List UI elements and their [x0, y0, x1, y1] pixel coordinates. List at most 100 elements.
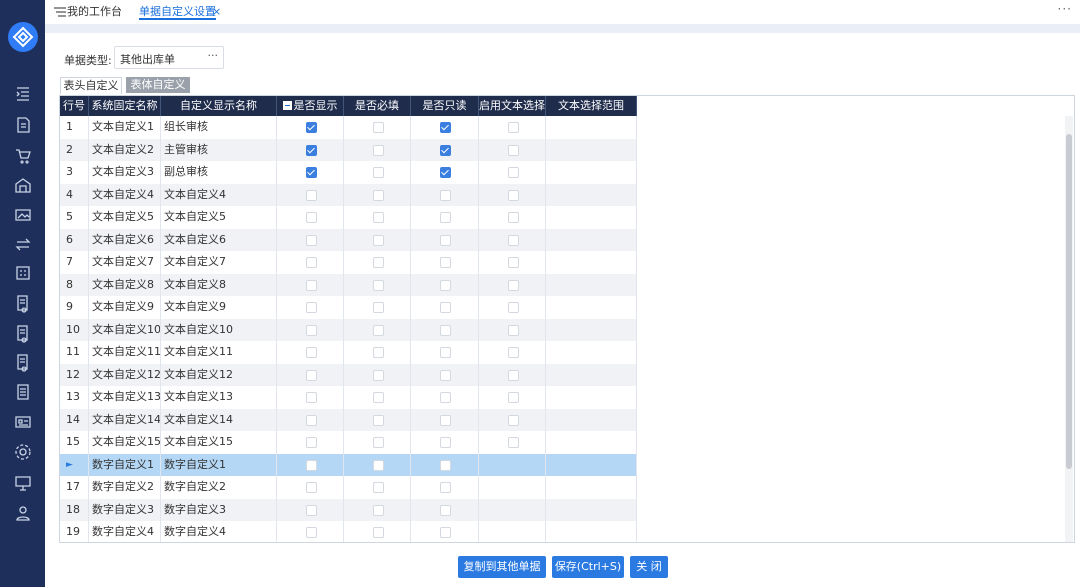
- readonly-checkbox[interactable]: [440, 369, 451, 381]
- text-select-range-cell[interactable]: [546, 341, 637, 364]
- table-row[interactable]: 7 文本自定义7 文本自定义7: [60, 251, 637, 274]
- app-logo[interactable]: [8, 22, 38, 52]
- show-checkbox[interactable]: [305, 144, 317, 156]
- readonly-checkbox[interactable]: [440, 234, 451, 246]
- text-select-range-cell[interactable]: [546, 116, 637, 139]
- custom-name-cell[interactable]: 数字自定义1: [161, 453, 277, 476]
- text-select-range-cell[interactable]: [546, 228, 637, 251]
- table-row[interactable]: 15 文本自定义15 文本自定义15: [60, 431, 637, 454]
- required-checkbox[interactable]: [372, 392, 384, 403]
- text-select-range-cell[interactable]: [546, 251, 637, 274]
- required-checkbox[interactable]: [372, 144, 384, 156]
- custom-name-cell[interactable]: 数字自定义3: [161, 498, 277, 521]
- custom-name-cell[interactable]: 文本自定义6: [161, 228, 277, 251]
- enable-text-select-checkbox[interactable]: [507, 324, 519, 336]
- required-checkbox[interactable]: [372, 369, 384, 381]
- doc-type-picker-icon[interactable]: ···: [208, 49, 219, 62]
- enable-text-select-checkbox[interactable]: [507, 189, 519, 201]
- show-checkbox[interactable]: [305, 167, 317, 178]
- enable-text-select-checkbox[interactable]: [507, 212, 519, 223]
- text-select-range-cell[interactable]: [546, 183, 637, 206]
- required-checkbox[interactable]: [372, 527, 384, 538]
- text-select-range-cell[interactable]: [546, 273, 637, 296]
- required-checkbox[interactable]: [372, 347, 384, 358]
- custom-name-cell[interactable]: 数字自定义2: [161, 476, 277, 499]
- enable-text-select-checkbox[interactable]: [507, 167, 519, 178]
- sidebar-document-icon[interactable]: [13, 115, 33, 135]
- readonly-checkbox[interactable]: [440, 279, 451, 291]
- sidebar-monitor-icon[interactable]: [13, 473, 33, 493]
- show-checkbox[interactable]: [305, 189, 317, 201]
- custom-name-cell[interactable]: 文本自定义4: [161, 183, 277, 206]
- sidebar-report-icon[interactable]: [13, 352, 33, 372]
- required-checkbox[interactable]: [372, 482, 384, 493]
- readonly-checkbox[interactable]: [440, 122, 451, 133]
- sidebar-cart-icon[interactable]: [13, 145, 33, 165]
- subtab-header-custom[interactable]: 表头自定义: [60, 77, 122, 94]
- show-checkbox[interactable]: [305, 212, 317, 223]
- required-checkbox[interactable]: [372, 504, 384, 516]
- text-select-range-cell[interactable]: [546, 206, 637, 229]
- text-select-range-cell[interactable]: [546, 431, 637, 454]
- table-row[interactable]: 2 文本自定义2 主管审核: [60, 138, 637, 161]
- required-checkbox[interactable]: [372, 324, 384, 336]
- sidebar-settings-icon[interactable]: [13, 442, 33, 462]
- table-row[interactable]: 14 文本自定义14 文本自定义14: [60, 408, 637, 431]
- required-checkbox[interactable]: [372, 459, 384, 471]
- required-checkbox[interactable]: [372, 212, 384, 223]
- tab-home[interactable]: 我的工作台: [67, 4, 122, 20]
- text-select-range-cell[interactable]: [546, 521, 637, 542]
- readonly-checkbox[interactable]: [440, 167, 451, 178]
- enable-text-select-checkbox[interactable]: [507, 122, 519, 133]
- text-select-range-cell[interactable]: [546, 408, 637, 431]
- table-row[interactable]: 10 文本自定义10 文本自定义10: [60, 318, 637, 341]
- enable-text-select-checkbox[interactable]: [507, 392, 519, 403]
- required-checkbox[interactable]: [372, 279, 384, 291]
- more-icon[interactable]: ···: [1058, 2, 1072, 16]
- readonly-checkbox[interactable]: [440, 347, 451, 358]
- show-checkbox[interactable]: [305, 459, 317, 471]
- custom-name-cell[interactable]: 副总审核: [161, 161, 277, 184]
- enable-text-select-checkbox[interactable]: [507, 279, 519, 291]
- show-checkbox[interactable]: [305, 527, 317, 538]
- table-row[interactable]: 12 文本自定义12 文本自定义12: [60, 363, 637, 386]
- table-row[interactable]: 3 文本自定义3 副总审核: [60, 161, 637, 184]
- table-row[interactable]: 8 文本自定义8 文本自定义8: [60, 273, 637, 296]
- readonly-checkbox[interactable]: [440, 504, 451, 516]
- enable-text-select-checkbox[interactable]: [507, 437, 519, 448]
- enable-text-select-checkbox[interactable]: [507, 234, 519, 246]
- show-checkbox[interactable]: [305, 392, 317, 403]
- text-select-range-cell[interactable]: [546, 161, 637, 184]
- custom-name-cell[interactable]: 文本自定义15: [161, 431, 277, 454]
- text-select-range-cell[interactable]: [546, 453, 637, 476]
- sidebar-image-board-icon[interactable]: [13, 205, 33, 225]
- custom-name-cell[interactable]: 数字自定义4: [161, 521, 277, 542]
- sidebar-report-icon[interactable]: [13, 293, 33, 313]
- readonly-checkbox[interactable]: [440, 482, 451, 493]
- custom-name-cell[interactable]: 文本自定义10: [161, 318, 277, 341]
- custom-name-cell[interactable]: 文本自定义13: [161, 386, 277, 409]
- text-select-range-cell[interactable]: [546, 476, 637, 499]
- grid-scrollbar-thumb[interactable]: [1066, 134, 1072, 469]
- required-checkbox[interactable]: [372, 122, 384, 133]
- show-checkbox[interactable]: [305, 257, 317, 268]
- enable-text-select-checkbox[interactable]: [507, 144, 519, 156]
- table-row[interactable]: 1 文本自定义1 组长审核: [60, 116, 637, 139]
- copy-to-other-docs-button[interactable]: 复制到其他单据: [458, 556, 546, 578]
- menu-toggle-icon[interactable]: [53, 5, 67, 19]
- sidebar-list-doc-icon[interactable]: [13, 382, 33, 402]
- table-row[interactable]: 17 数字自定义2 数字自定义2: [60, 476, 637, 499]
- enable-text-select-checkbox[interactable]: [507, 347, 519, 358]
- readonly-checkbox[interactable]: [440, 437, 451, 448]
- required-checkbox[interactable]: [372, 167, 384, 178]
- table-row[interactable]: 4 文本自定义4 文本自定义4: [60, 183, 637, 206]
- text-select-range-cell[interactable]: [546, 386, 637, 409]
- save-button[interactable]: 保存(Ctrl+S): [552, 556, 624, 578]
- table-row[interactable]: ► 数字自定义1 数字自定义1: [60, 453, 637, 476]
- table-row[interactable]: 18 数字自定义3 数字自定义3: [60, 498, 637, 521]
- show-checkbox[interactable]: [305, 369, 317, 381]
- readonly-checkbox[interactable]: [440, 189, 451, 201]
- select-all-checkbox[interactable]: [282, 100, 292, 110]
- doc-type-field[interactable]: 其他出库单 ···: [114, 46, 224, 69]
- text-select-range-cell[interactable]: [546, 318, 637, 341]
